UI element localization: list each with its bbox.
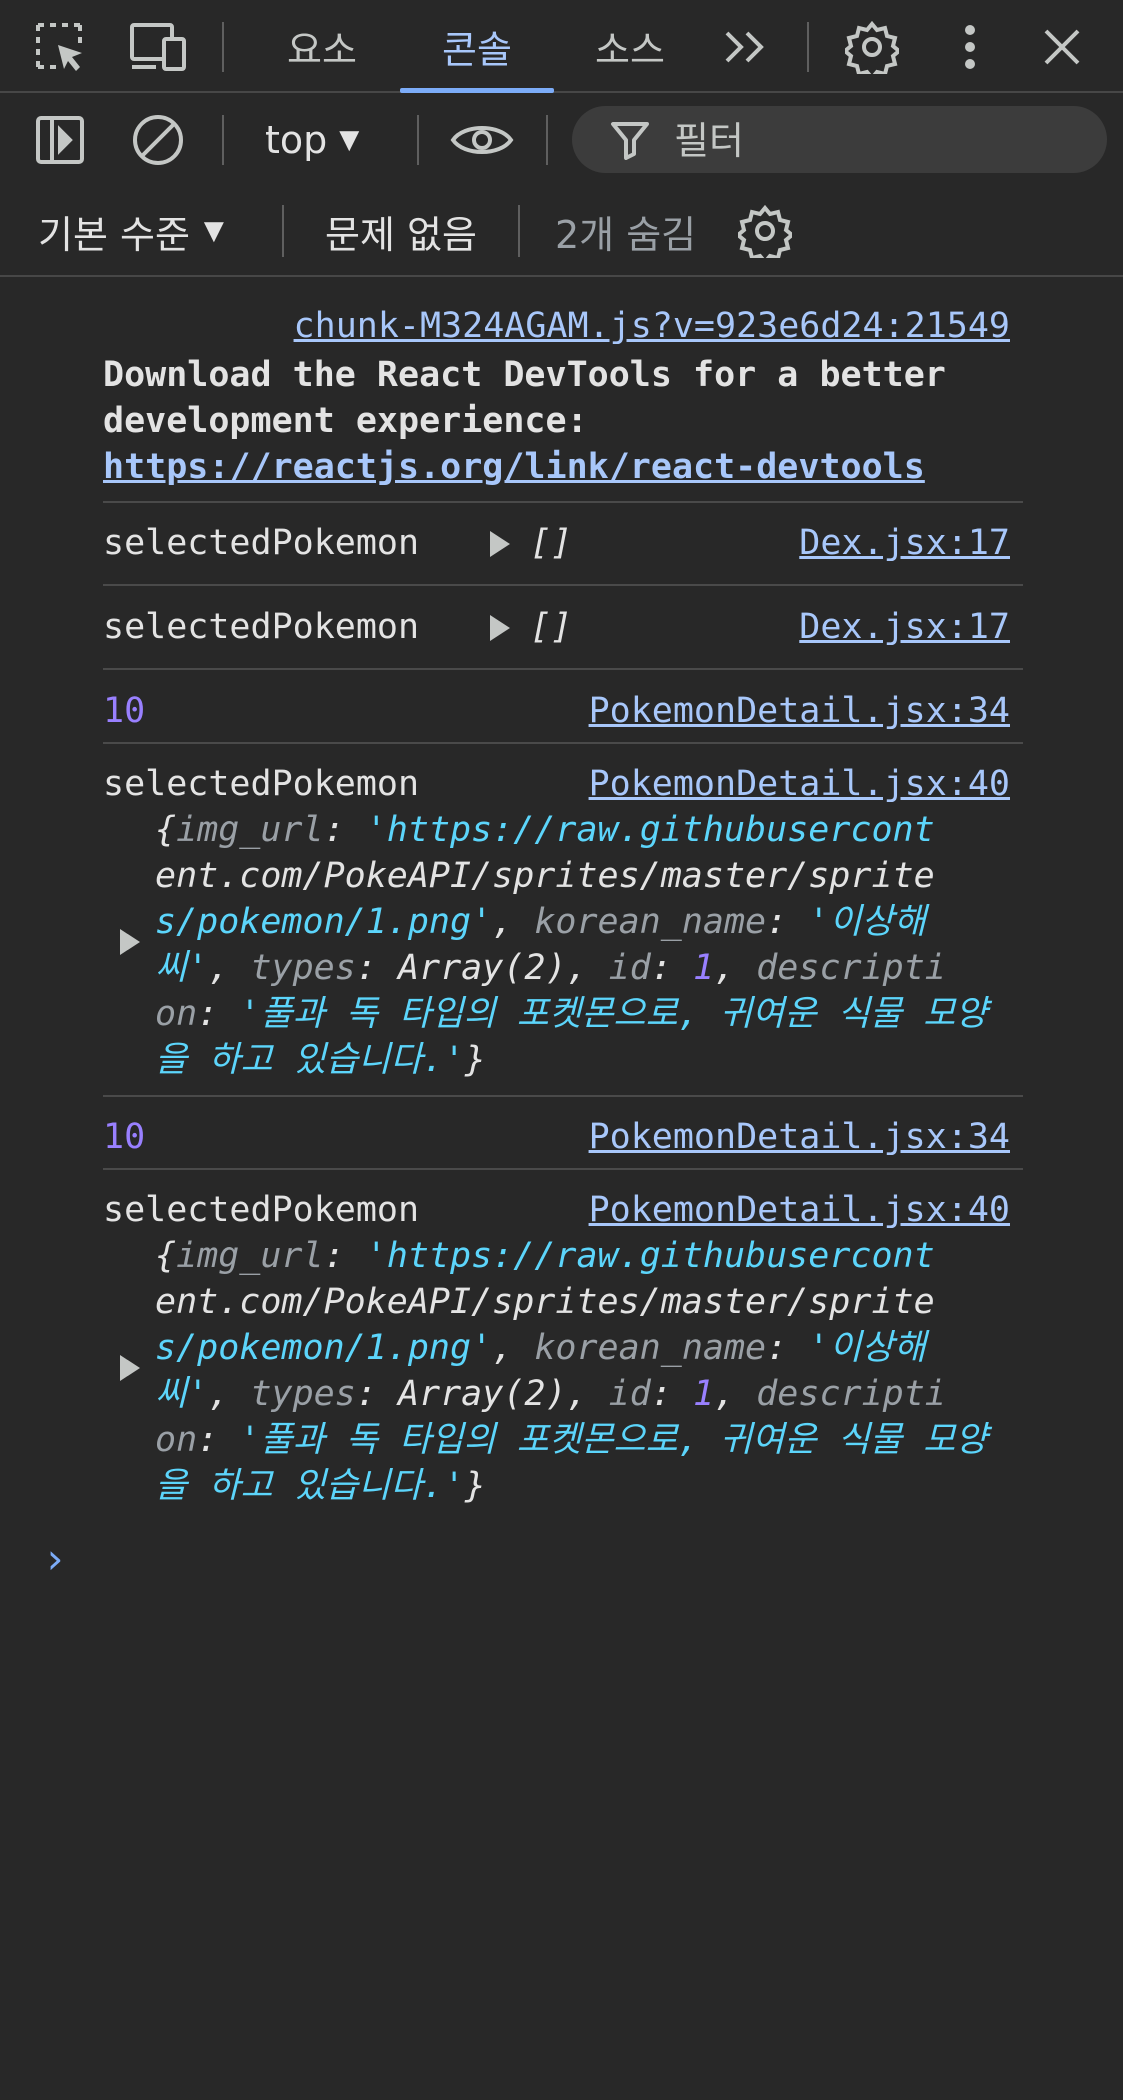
expand-arrow-icon[interactable] <box>490 615 510 641</box>
divider <box>282 205 284 257</box>
log-level-dropdown[interactable]: 기본 수준 ▼ <box>38 187 224 275</box>
tab-elements[interactable]: 요소 <box>255 0 389 93</box>
object-key: descripti <box>756 1374 946 1414</box>
source-link[interactable]: chunk-M324AGAM.js?v=923e6d24:21549 <box>294 306 1010 346</box>
object-string: ent.com/PokeAPI/sprites/master/sprite <box>155 856 935 896</box>
device-toolbar-icon[interactable] <box>118 0 198 93</box>
source-link[interactable]: PokemonDetail.jsx:34 <box>589 688 1010 734</box>
message-line: development experience: <box>103 401 588 441</box>
dropdown-caret-icon: ▼ <box>203 216 224 246</box>
filter-input[interactable] <box>672 106 1076 175</box>
log-value[interactable]: [] <box>530 604 572 650</box>
more-tabs-icon[interactable] <box>705 0 785 93</box>
context-selector[interactable]: top ▼ <box>265 93 359 187</box>
devtools-tab-bar: 요소 콘솔 소스 <box>0 0 1123 93</box>
object-number: 1 <box>693 1374 715 1414</box>
console-input[interactable] <box>80 1522 1080 1592</box>
object-string: 씨 <box>155 948 188 988</box>
more-options-icon[interactable] <box>930 0 1010 93</box>
object-string: s/pokemon/1.png <box>155 1328 472 1368</box>
expand-arrow-icon[interactable] <box>120 1355 140 1381</box>
log-label: selectedPokemon <box>103 607 420 647</box>
sidebar-toggle-icon[interactable] <box>20 93 100 187</box>
log-level-label: 기본 수준 <box>38 212 190 257</box>
console-prompt-icon: › <box>42 1534 68 1583</box>
divider <box>417 115 419 165</box>
log-value[interactable]: [] <box>530 520 572 566</box>
message-line: Download the React DevTools for a better <box>103 355 946 395</box>
live-expression-eye-icon[interactable] <box>440 93 524 187</box>
source-link[interactable]: PokemonDetail.jsx:40 <box>589 1187 1010 1233</box>
console-settings-bar: 기본 수준 ▼ 문제 없음 2개 숨김 <box>0 187 1123 277</box>
source-link[interactable]: PokemonDetail.jsx:34 <box>589 1114 1010 1160</box>
log-label: selectedPokemon <box>103 523 420 563</box>
object-string: 을 하고 있습니다. <box>155 1466 444 1506</box>
console-message: Download the React DevTools for a better… <box>103 352 1023 490</box>
object-value: Array(2) <box>397 1374 567 1414</box>
message-divider <box>103 1168 1023 1170</box>
message-divider <box>103 668 1023 670</box>
object-key: on <box>155 994 198 1034</box>
object-string: 풀과 독 타입의 포켓몬으로, 귀여운 식물 모양 <box>260 1420 988 1460</box>
issues-button[interactable]: 문제 없음 <box>325 187 477 275</box>
message-divider <box>103 742 1023 744</box>
object-key: descripti <box>756 948 946 988</box>
divider <box>222 22 224 72</box>
source-link[interactable]: PokemonDetail.jsx:40 <box>589 761 1010 807</box>
object-string: 풀과 독 타입의 포켓몬으로, 귀여운 식물 모양 <box>260 994 988 1034</box>
expand-arrow-icon[interactable] <box>120 929 140 955</box>
settings-gear-icon[interactable] <box>832 0 912 93</box>
object-string: s/pokemon/1.png <box>155 902 472 942</box>
expand-arrow-icon[interactable] <box>490 531 510 557</box>
message-divider <box>103 584 1023 586</box>
source-link[interactable]: Dex.jsx:17 <box>799 520 1010 566</box>
object-string: https://raw.githubusercont <box>386 810 935 850</box>
filter-funnel-icon <box>610 120 650 164</box>
message-divider <box>103 1095 1023 1097</box>
object-string: 을 하고 있습니다. <box>155 1040 444 1080</box>
filter-box[interactable] <box>572 106 1107 175</box>
object-string: https://raw.githubusercont <box>386 1236 935 1276</box>
hidden-count: 2개 숨김 <box>555 212 697 257</box>
divider <box>546 115 548 165</box>
message-divider <box>103 501 1023 503</box>
object-string: ent.com/PokeAPI/sprites/master/sprite <box>155 1282 935 1322</box>
tab-console[interactable]: 콘솔 <box>400 0 554 93</box>
divider <box>807 22 809 72</box>
divider <box>518 205 520 257</box>
inspect-element-icon[interactable] <box>20 0 100 93</box>
console-output: chunk-M324AGAM.js?v=923e6d24:21549 Downl… <box>0 277 1123 2100</box>
source-link[interactable]: Dex.jsx:17 <box>799 604 1010 650</box>
object-value: Array(2) <box>397 948 567 988</box>
react-devtools-link[interactable]: https://reactjs.org/link/react-devtools <box>103 444 1023 490</box>
divider <box>222 115 224 165</box>
clear-console-icon[interactable] <box>118 93 198 187</box>
context-label: top <box>265 118 328 162</box>
object-string: 이상해 <box>829 902 926 942</box>
console-settings-gear-icon[interactable] <box>738 187 792 275</box>
dropdown-caret-icon: ▼ <box>339 125 360 155</box>
object-number: 1 <box>693 948 715 988</box>
close-icon[interactable] <box>1022 0 1102 93</box>
tab-sources[interactable]: 소스 <box>565 0 695 93</box>
object-string: 이상해 <box>829 1328 926 1368</box>
object-key: on <box>155 1420 198 1460</box>
object-string: 씨 <box>155 1374 188 1414</box>
